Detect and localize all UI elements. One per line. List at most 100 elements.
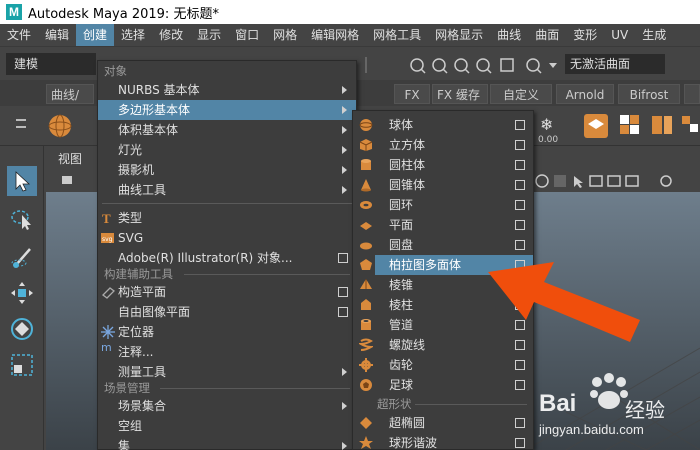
shelf-tab-custom[interactable]: 自定义 xyxy=(490,84,552,104)
polygon-primitive-item[interactable]: 平面 xyxy=(375,215,533,235)
create-menu-item[interactable]: 注释... xyxy=(98,342,356,362)
create-menu-item[interactable]: SVG xyxy=(98,228,356,248)
polygon-primitive-item[interactable]: 圆柱体 xyxy=(375,155,533,175)
create-menu-item[interactable]: Adobe(R) Illustrator(R) 对象... xyxy=(98,248,356,268)
snap-curve-icon[interactable] xyxy=(432,58,448,74)
menu-item[interactable]: UV xyxy=(604,24,635,46)
option-box-icon[interactable] xyxy=(515,380,525,390)
layers-icon[interactable] xyxy=(584,114,608,138)
aperture-icon[interactable] xyxy=(660,175,672,187)
create-menu-item[interactable]: 自由图像平面 xyxy=(98,302,356,322)
snap-surface-icon[interactable] xyxy=(500,58,514,72)
polygon-primitive-item[interactable]: 球体 xyxy=(375,115,533,135)
live-surface-icon[interactable] xyxy=(526,58,542,74)
shelf-tab-more[interactable] xyxy=(684,84,700,104)
polygon-primitive-item[interactable]: 球形谐波 xyxy=(375,433,533,450)
view-menu[interactable]: 视图 xyxy=(58,150,82,167)
polygon-primitive-item[interactable]: 足球 xyxy=(375,375,533,395)
polygon-primitive-item[interactable]: 齿轮 xyxy=(375,355,533,375)
create-menu-item[interactable]: 类型 xyxy=(98,208,356,228)
menu-item[interactable]: 网格显示 xyxy=(428,24,490,46)
frame-icon[interactable] xyxy=(625,175,639,187)
sphere-icon[interactable] xyxy=(48,114,72,138)
live-surface-field[interactable]: 无激活曲面 xyxy=(565,54,665,74)
paint-select-tool[interactable] xyxy=(7,242,37,272)
option-box-icon[interactable] xyxy=(515,438,525,448)
menu-item[interactable]: 修改 xyxy=(152,24,190,46)
option-box-icon[interactable] xyxy=(515,160,525,170)
option-box-icon[interactable] xyxy=(515,180,525,190)
shelf-settings-icon[interactable] xyxy=(16,119,26,128)
menu-item[interactable]: 文件 xyxy=(0,24,38,46)
two-panel-icon[interactable] xyxy=(589,175,603,187)
separate-icon[interactable] xyxy=(652,116,672,134)
polygon-primitive-item[interactable]: 超椭圆 xyxy=(375,413,533,433)
option-box-icon[interactable] xyxy=(338,253,348,263)
chevron-down-icon[interactable] xyxy=(549,63,557,68)
snap-view-plane-icon[interactable] xyxy=(476,58,492,74)
menu-item[interactable]: 生成 xyxy=(635,24,673,46)
menu-item[interactable]: 变形 xyxy=(566,24,604,46)
menu-item[interactable]: 显示 xyxy=(190,24,228,46)
menu-item[interactable]: 选择 xyxy=(114,24,152,46)
create-menu-item[interactable]: 摄影机 xyxy=(98,160,356,180)
create-menu-item[interactable]: 场景集合 xyxy=(98,396,356,416)
combine-icon[interactable] xyxy=(620,115,639,134)
menu-item[interactable]: 编辑网格 xyxy=(304,24,366,46)
menu-set-selector[interactable]: 建模 xyxy=(6,53,96,75)
menu-item[interactable]: 创建 xyxy=(76,24,115,46)
option-box-icon[interactable] xyxy=(515,120,525,130)
option-box-icon[interactable] xyxy=(515,360,525,370)
menu-item[interactable]: 曲面 xyxy=(528,24,566,46)
isolate-icon[interactable] xyxy=(535,174,549,188)
option-box-icon[interactable] xyxy=(515,240,525,250)
snowflake-icon[interactable]: ❄ 0.00 xyxy=(538,115,558,145)
create-menu-item[interactable]: 体积基本体 xyxy=(98,120,356,140)
menu-item[interactable]: 网格 xyxy=(266,24,304,46)
grid-toggle-icon[interactable] xyxy=(607,175,621,187)
scale-tool[interactable] xyxy=(7,350,37,380)
polygon-primitive-item[interactable]: 圆锥体 xyxy=(375,175,533,195)
rotate-tool[interactable] xyxy=(7,314,37,344)
menu-item[interactable]: 网格工具 xyxy=(366,24,428,46)
menu-item[interactable]: 窗口 xyxy=(228,24,266,46)
select-tool[interactable] xyxy=(7,166,37,196)
shelf-tab-arnold[interactable]: Arnold xyxy=(556,84,614,104)
menu-item[interactable]: 曲线 xyxy=(490,24,528,46)
snap-grid-icon[interactable] xyxy=(410,58,426,74)
lasso-tool[interactable] xyxy=(7,204,37,234)
menu-item[interactable]: 编辑 xyxy=(38,24,76,46)
option-box-icon[interactable] xyxy=(515,140,525,150)
menu-item-label: 注释... xyxy=(118,345,154,359)
shelf-tab-fx-cache[interactable]: FX 缓存 xyxy=(432,84,488,104)
create-menu-item[interactable]: 集 xyxy=(98,436,356,450)
option-box-icon[interactable] xyxy=(515,220,525,230)
create-menu-item[interactable]: 构造平面 xyxy=(98,282,356,302)
option-box-icon[interactable] xyxy=(338,307,348,317)
create-menu-item[interactable]: NURBS 基本体 xyxy=(98,80,356,100)
camera-icon[interactable] xyxy=(62,176,72,184)
shelf-tab-curves[interactable]: 曲线/ xyxy=(46,84,94,104)
create-menu-item[interactable]: 定位器 xyxy=(98,322,356,342)
option-box-icon[interactable] xyxy=(515,200,525,210)
menu-item-label: 场景集合 xyxy=(118,399,167,413)
option-box-icon[interactable] xyxy=(515,418,525,428)
polygon-primitive-item[interactable]: 圆盘 xyxy=(375,235,533,255)
menu-item-label: NURBS 基本体 xyxy=(118,83,200,97)
snap-point-icon[interactable] xyxy=(454,58,470,74)
create-menu-item[interactable]: 空组 xyxy=(98,416,356,436)
select-camera-icon[interactable] xyxy=(574,176,583,188)
xray-icon[interactable] xyxy=(554,175,566,187)
create-menu-item[interactable]: 测量工具 xyxy=(98,362,356,382)
move-tool[interactable] xyxy=(7,278,37,308)
polygon-primitive-item[interactable]: 圆环 xyxy=(375,195,533,215)
extract-icon[interactable] xyxy=(682,116,698,132)
create-menu-item[interactable]: 灯光 xyxy=(98,140,356,160)
shelf-tab-bifrost[interactable]: Bifrost xyxy=(618,84,680,104)
option-box-icon[interactable] xyxy=(338,287,348,297)
polygon-primitive-item[interactable]: 立方体 xyxy=(375,135,533,155)
create-menu-item[interactable]: 多边形基本体 xyxy=(98,100,356,120)
main-menu-bar: 文件 编辑 创建 选择 修改 显示 窗口 网格 编辑网格 网格工具 网格显示 曲线 曲面 变形 UV 生成 xyxy=(0,24,700,46)
create-menu-item[interactable]: 曲线工具 xyxy=(98,180,356,200)
shelf-tab-fx[interactable]: FX xyxy=(394,84,430,104)
